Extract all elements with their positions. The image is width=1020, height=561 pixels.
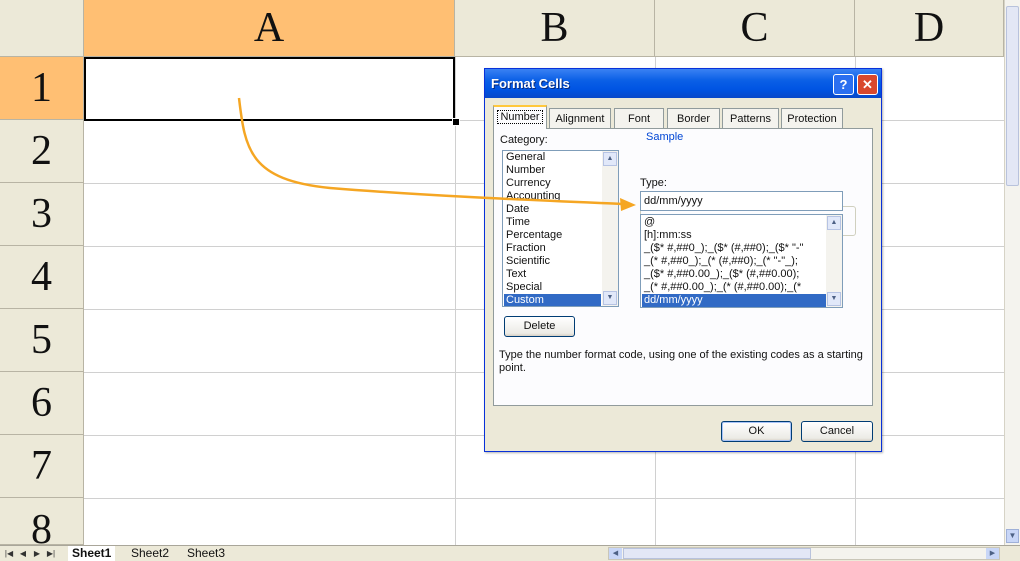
delete-button[interactable]: Delete bbox=[504, 316, 575, 337]
type-scrollbar[interactable]: ▲ ▼ bbox=[826, 215, 842, 307]
row-header-6[interactable]: 6 bbox=[0, 372, 84, 435]
category-item-accounting[interactable]: Accounting bbox=[504, 190, 604, 203]
dialog-titlebar[interactable]: Format Cells ? ✕ bbox=[485, 69, 881, 98]
category-item-time[interactable]: Time bbox=[504, 216, 604, 229]
row-header-2[interactable]: 2 bbox=[0, 120, 84, 183]
tab-number[interactable]: Number bbox=[493, 105, 547, 129]
row-header-7[interactable]: 7 bbox=[0, 435, 84, 498]
ok-button[interactable]: OK bbox=[721, 421, 792, 442]
category-item-special[interactable]: Special bbox=[504, 281, 604, 294]
row-header-5[interactable]: 5 bbox=[0, 309, 84, 372]
category-item-date[interactable]: Date bbox=[504, 203, 604, 216]
type-item[interactable]: @ bbox=[642, 216, 826, 229]
sample-label: Sample bbox=[644, 131, 686, 143]
close-button[interactable]: ✕ bbox=[857, 74, 878, 95]
vertical-scroll-thumb[interactable] bbox=[1006, 6, 1019, 186]
column-header-d[interactable]: D bbox=[855, 0, 1004, 57]
column-header-c[interactable]: C bbox=[655, 0, 855, 57]
grid-line bbox=[84, 498, 1004, 499]
column-header-b[interactable]: B bbox=[455, 0, 655, 57]
vertical-scrollbar[interactable]: ▼ bbox=[1004, 0, 1020, 545]
prev-sheet-icon[interactable]: ◀ bbox=[16, 547, 30, 560]
type-item[interactable]: _(* #,##0.00_);_(* (#,##0.00);_(* bbox=[642, 281, 826, 294]
sheet-tab-sheet2[interactable]: Sheet2 bbox=[127, 546, 173, 561]
tab-font[interactable]: Font bbox=[614, 108, 664, 128]
tab-patterns[interactable]: Patterns bbox=[722, 108, 779, 128]
tab-protection[interactable]: Protection bbox=[781, 108, 843, 128]
category-label: Category: bbox=[500, 134, 548, 146]
category-item-text[interactable]: Text bbox=[504, 268, 604, 281]
category-item-currency[interactable]: Currency bbox=[504, 177, 604, 190]
category-item-scientific[interactable]: Scientific bbox=[504, 255, 604, 268]
format-cells-dialog: Format Cells ? ✕ Number Alignment Font B… bbox=[484, 68, 882, 452]
type-item-selected[interactable]: dd/mm/yyyy bbox=[642, 294, 826, 307]
row-header-4[interactable]: 4 bbox=[0, 246, 84, 309]
next-sheet-icon[interactable]: ▶ bbox=[30, 547, 44, 560]
scroll-down-icon[interactable]: ▼ bbox=[603, 291, 617, 305]
tab-number-label: Number bbox=[497, 110, 543, 124]
type-label: Type: bbox=[640, 177, 667, 189]
sheet-tab-sheet3[interactable]: Sheet3 bbox=[183, 546, 229, 561]
number-tab-panel: Category: General Number Currency Accoun… bbox=[493, 128, 873, 406]
scroll-down-icon[interactable]: ▼ bbox=[827, 292, 841, 306]
scroll-right-icon[interactable]: ▶ bbox=[986, 548, 999, 559]
horizontal-scrollbar[interactable]: ◀ ▶ bbox=[608, 547, 1000, 560]
category-item-general[interactable]: General bbox=[504, 151, 604, 164]
format-description: Type the number format code, using one o… bbox=[499, 349, 863, 374]
row-header-3[interactable]: 3 bbox=[0, 183, 84, 246]
grid-line bbox=[455, 57, 456, 545]
type-input[interactable]: dd/mm/yyyy bbox=[640, 191, 843, 211]
horizontal-scroll-thumb[interactable] bbox=[623, 548, 811, 559]
cancel-button[interactable]: Cancel bbox=[801, 421, 873, 442]
fill-handle[interactable] bbox=[452, 118, 460, 126]
type-item[interactable]: _(* #,##0_);_(* (#,##0);_(* "-"_); bbox=[642, 255, 826, 268]
scroll-down-icon[interactable]: ▼ bbox=[1006, 529, 1019, 543]
select-all-corner[interactable] bbox=[0, 0, 84, 57]
scroll-up-icon[interactable]: ▲ bbox=[827, 216, 841, 230]
category-item-fraction[interactable]: Fraction bbox=[504, 242, 604, 255]
first-sheet-icon[interactable]: |◀ bbox=[2, 547, 16, 560]
row-header-1[interactable]: 1 bbox=[0, 57, 84, 120]
scroll-left-icon[interactable]: ◀ bbox=[609, 548, 622, 559]
sheet-tab-bar: |◀ ◀ ▶ ▶| Sheet1 Sheet2 Sheet3 ◀ ▶ bbox=[0, 545, 1020, 561]
last-sheet-icon[interactable]: ▶| bbox=[44, 547, 58, 560]
help-button[interactable]: ? bbox=[833, 74, 854, 95]
category-item-number[interactable]: Number bbox=[504, 164, 604, 177]
scroll-up-icon[interactable]: ▲ bbox=[603, 152, 617, 166]
column-header-a[interactable]: A bbox=[84, 0, 455, 57]
type-item[interactable]: _($* #,##0.00_);_($* (#,##0.00); bbox=[642, 268, 826, 281]
category-listbox[interactable]: General Number Currency Accounting Date … bbox=[502, 150, 619, 307]
active-cell-a1[interactable] bbox=[84, 57, 455, 121]
dialog-title: Format Cells bbox=[491, 76, 570, 91]
type-listbox[interactable]: @ [h]:mm:ss _($* #,##0_);_($* (#,##0);_(… bbox=[640, 214, 843, 308]
tab-border[interactable]: Border bbox=[667, 108, 720, 128]
type-item[interactable]: [h]:mm:ss bbox=[642, 229, 826, 242]
sheet-tab-sheet1[interactable]: Sheet1 bbox=[68, 546, 116, 561]
category-scrollbar[interactable]: ▲ ▼ bbox=[602, 151, 618, 306]
category-item-custom[interactable]: Custom bbox=[504, 294, 601, 306]
tab-alignment[interactable]: Alignment bbox=[549, 108, 611, 128]
type-item[interactable]: _($* #,##0_);_($* (#,##0);_($* "-" bbox=[642, 242, 826, 255]
row-header-8[interactable]: 8 bbox=[0, 498, 84, 553]
category-item-percentage[interactable]: Percentage bbox=[504, 229, 604, 242]
